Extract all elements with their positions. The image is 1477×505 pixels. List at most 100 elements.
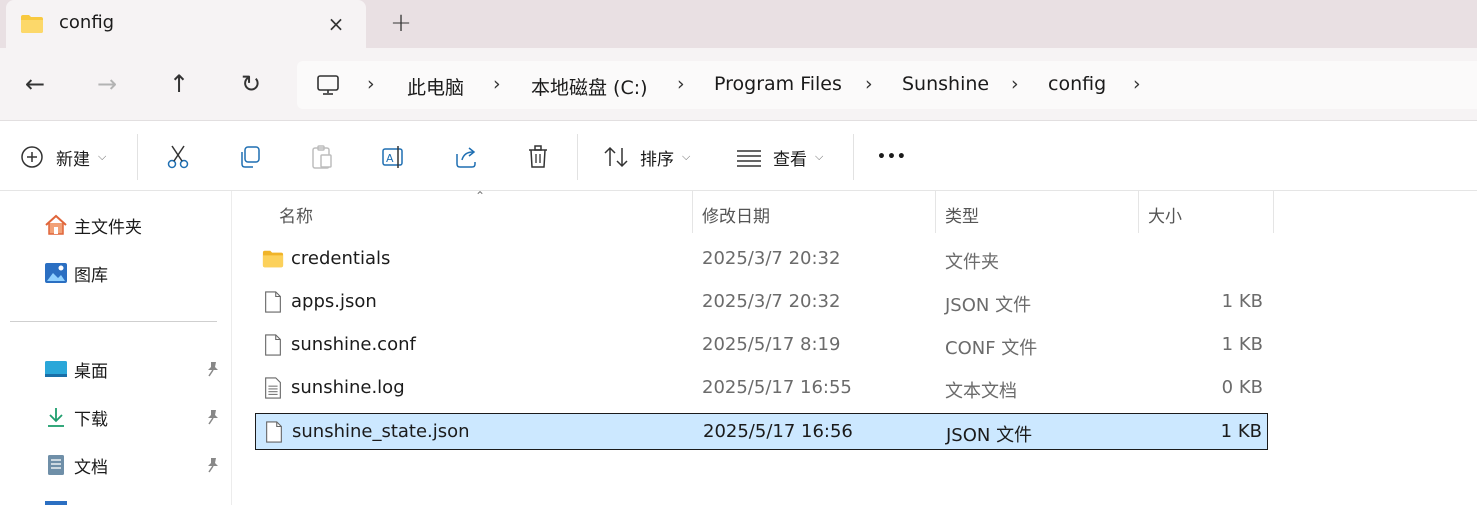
file-row-sunshine-state-json[interactable]: sunshine_state.json 2025/5/17 16:56 JSON… — [255, 413, 1268, 450]
breadcrumb-sunshine[interactable]: Sunshine — [902, 73, 989, 95]
column-header-date[interactable]: 修改日期 — [702, 191, 770, 233]
sidebar-item-desktop[interactable]: 桌面 — [44, 355, 108, 383]
forward-arrow-icon[interactable]: → — [93, 70, 121, 98]
plus-circle-icon — [21, 146, 43, 168]
sort-ascending-icon: ⌃ — [475, 189, 486, 203]
sidebar-item-home[interactable]: 主文件夹 — [44, 211, 142, 239]
copy-icon — [241, 146, 260, 168]
sort-label: 排序 — [640, 149, 674, 170]
breadcrumb-chevron-icon[interactable]: › — [1011, 73, 1019, 95]
new-tab-icon[interactable]: + — [388, 10, 414, 36]
file-row-sunshine-log[interactable]: sunshine.log 2025/5/17 16:55 文本文档 0 KB — [255, 370, 1268, 407]
file-name: apps.json — [291, 291, 377, 312]
trash-icon — [529, 145, 547, 168]
file-name: sunshine.conf — [291, 334, 416, 355]
paste-button[interactable] — [309, 144, 335, 170]
breadcrumb-config[interactable]: config — [1048, 73, 1106, 95]
cut-button[interactable] — [165, 144, 191, 170]
breadcrumb-chevron-icon[interactable]: › — [367, 73, 375, 95]
breadcrumb-chevron-icon[interactable]: › — [677, 73, 685, 95]
sidebar-item-gallery[interactable]: 图库 — [44, 259, 108, 287]
file-date: 2025/5/17 16:56 — [703, 421, 853, 442]
home-icon — [44, 213, 68, 237]
rename-button[interactable]: A — [381, 144, 407, 170]
file-row-apps-json[interactable]: apps.json 2025/3/7 20:32 JSON 文件 1 KB — [255, 284, 1268, 321]
folder-icon — [21, 15, 43, 33]
column-header-type[interactable]: 类型 — [945, 191, 979, 233]
file-row-credentials[interactable]: credentials 2025/3/7 20:32 文件夹 — [255, 241, 1268, 278]
file-type: 文件夹 — [945, 252, 999, 273]
tab-strip: config × + — [0, 0, 1477, 48]
breadcrumb-chevron-icon[interactable]: › — [1133, 73, 1141, 95]
sort-arrows-icon — [604, 146, 628, 168]
pin-icon[interactable] — [205, 457, 221, 473]
divider — [853, 134, 854, 180]
sidebar-divider — [10, 321, 217, 322]
file-date: 2025/5/17 8:19 — [702, 334, 841, 355]
navigation-bar: ← → ↑ ↻ › 此电脑 › 本地磁盘 (C:) › Program File… — [0, 48, 1477, 121]
file-name: sunshine.log — [291, 377, 405, 398]
divider — [577, 134, 578, 180]
chevron-down-icon: ⌵ — [682, 150, 691, 163]
scissors-icon — [167, 145, 189, 169]
command-bar: 新建 ⌵ A 排序 ⌵ 查看 ⌵ ••• — [0, 122, 1477, 191]
column-divider[interactable] — [1138, 191, 1139, 233]
list-view-icon — [737, 150, 761, 167]
breadcrumb-program-files[interactable]: Program Files — [714, 73, 842, 95]
download-icon — [44, 405, 68, 429]
back-arrow-icon[interactable]: ← — [21, 70, 49, 98]
sidebar-item-label: 图库 — [74, 265, 108, 286]
file-size: 1 KB — [1220, 421, 1262, 442]
clipboard-icon — [312, 145, 332, 169]
breadcrumb-this-pc[interactable]: 此电脑 — [407, 73, 464, 100]
file-list: ⌃ 名称 修改日期 类型 大小 credentials 2025/3/7 20:… — [232, 189, 1477, 505]
file-type: JSON 文件 — [945, 295, 1032, 316]
sidebar-item-documents[interactable]: 文档 — [44, 451, 108, 479]
pin-icon[interactable] — [205, 409, 221, 425]
close-tab-icon[interactable]: × — [324, 12, 348, 36]
file-type: 文本文档 — [945, 381, 1017, 402]
sort-button[interactable]: 排序 ⌵ — [603, 144, 690, 170]
view-label: 查看 — [773, 149, 807, 170]
new-button[interactable]: 新建 ⌵ — [20, 144, 106, 170]
sidebar-item-label: 下载 — [74, 409, 108, 430]
column-divider[interactable] — [1273, 191, 1274, 233]
sidebar-item-downloads[interactable]: 下载 — [44, 403, 108, 431]
file-name: sunshine_state.json — [292, 421, 470, 442]
rename-icon: A — [382, 146, 403, 168]
address-bar[interactable]: › 此电脑 › 本地磁盘 (C:) › Program Files › Suns… — [297, 61, 1477, 109]
column-divider[interactable] — [692, 191, 693, 233]
gallery-icon — [44, 261, 68, 285]
up-arrow-icon[interactable]: ↑ — [165, 70, 193, 98]
pin-icon[interactable] — [205, 361, 221, 377]
view-button[interactable]: 查看 ⌵ — [736, 144, 823, 170]
file-icon — [266, 421, 282, 443]
text-file-icon — [265, 377, 281, 399]
svg-text:A: A — [386, 152, 394, 165]
column-divider[interactable] — [935, 191, 936, 233]
file-row-sunshine-conf[interactable]: sunshine.conf 2025/5/17 8:19 CONF 文件 1 K… — [255, 327, 1268, 364]
file-date: 2025/5/17 16:55 — [702, 377, 852, 398]
navigation-pane: 主文件夹 图库 桌面 下载 文档 — [0, 191, 232, 505]
breadcrumb-local-disk[interactable]: 本地磁盘 (C:) — [531, 73, 648, 100]
sidebar-item-partial-icon — [45, 501, 67, 505]
computer-icon[interactable] — [316, 74, 340, 96]
breadcrumb-chevron-icon[interactable]: › — [493, 73, 501, 95]
file-size: 1 KB — [1221, 334, 1263, 355]
divider — [137, 134, 138, 180]
file-type: CONF 文件 — [945, 338, 1038, 359]
file-name: credentials — [291, 248, 391, 269]
breadcrumb-chevron-icon[interactable]: › — [865, 73, 873, 95]
column-header-name[interactable]: 名称 — [279, 191, 313, 233]
documents-icon — [44, 453, 68, 477]
file-size: 0 KB — [1221, 377, 1263, 398]
delete-button[interactable] — [525, 144, 551, 170]
tab-config[interactable]: config × — [6, 0, 366, 48]
copy-button[interactable] — [237, 144, 263, 170]
column-header-size[interactable]: 大小 — [1148, 191, 1182, 233]
refresh-icon[interactable]: ↻ — [237, 70, 265, 98]
file-date: 2025/3/7 20:32 — [702, 248, 841, 269]
chevron-down-icon: ⌵ — [815, 150, 824, 163]
share-button[interactable] — [453, 144, 479, 170]
more-options-icon[interactable]: ••• — [877, 144, 907, 170]
